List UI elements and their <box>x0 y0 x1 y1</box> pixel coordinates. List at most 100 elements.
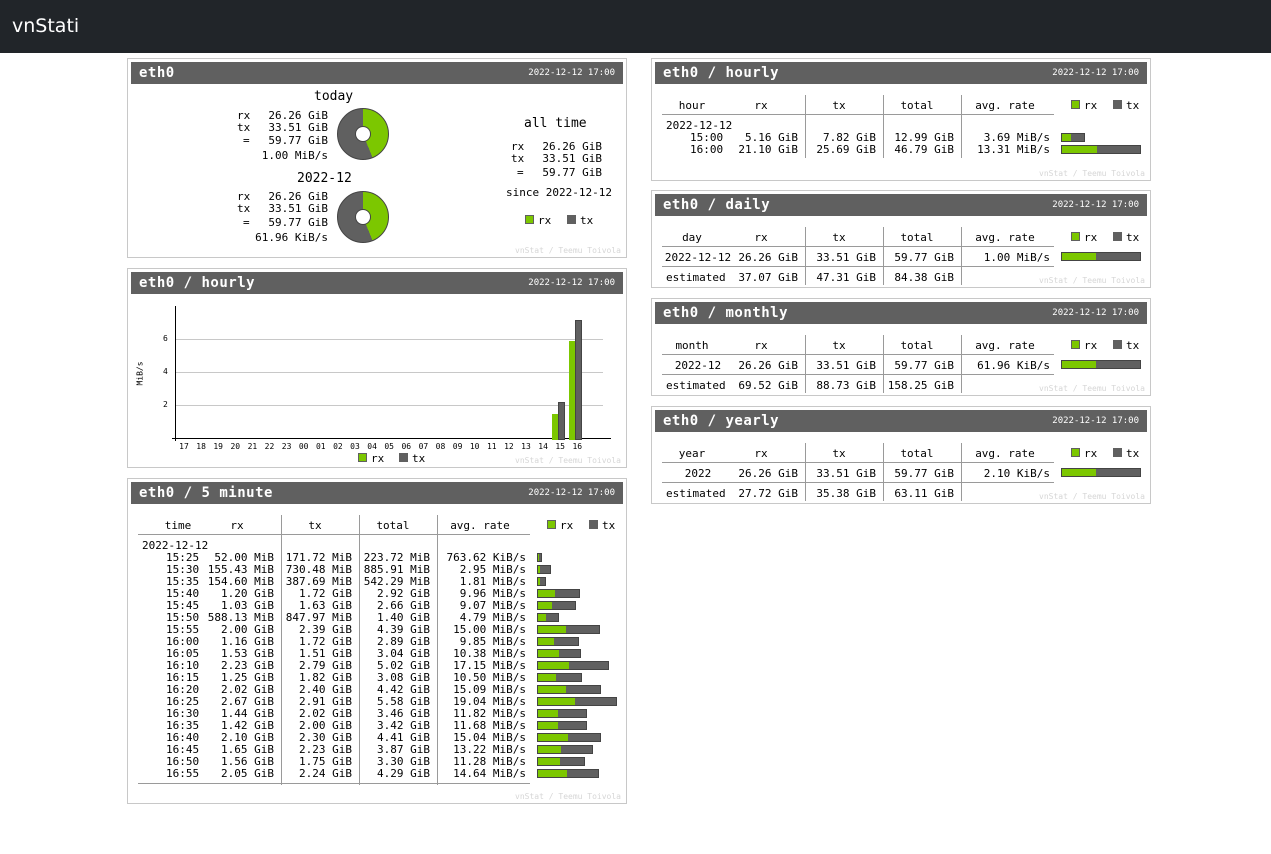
column-header: total <box>900 447 934 460</box>
legend-rx-label: rx <box>1084 99 1098 112</box>
header-rule <box>662 114 1054 115</box>
rx-fill <box>538 722 558 729</box>
grid-line <box>176 372 603 373</box>
legend-tx-label: tx <box>412 452 426 465</box>
today-tx-label: tx <box>237 121 251 134</box>
rx-fill <box>538 650 560 657</box>
usage-bar <box>1061 360 1141 369</box>
legend: rx <box>1071 99 1097 112</box>
column-header: total <box>376 519 410 532</box>
x-tick-label: 04 <box>367 442 377 451</box>
column-header: rx <box>754 339 768 352</box>
legend-rx-label: rx <box>1084 447 1098 460</box>
panel-date: 2022-12-12 17:00 <box>1052 68 1139 78</box>
usage-bar <box>537 589 580 598</box>
alltime-total-value: 59.77 GiB <box>542 166 602 179</box>
tx-legend-swatch <box>1113 100 1122 109</box>
cell-rx: 37.07 GiB <box>738 271 798 284</box>
header-rule <box>662 354 1054 355</box>
cell-tx: 88.73 GiB <box>816 379 876 392</box>
panel-date: 2022-12-12 17:00 <box>528 68 615 78</box>
monthly-panel: eth0 / monthly 2022-12-12 17:00 month rx t… <box>651 298 1151 396</box>
header-rule <box>662 246 1054 247</box>
usage-bar <box>537 577 546 586</box>
usage-bar <box>537 661 609 670</box>
credit: vnStat / Teemu Toivola <box>1039 169 1145 178</box>
panel-title: eth0 / yearly <box>663 413 780 429</box>
daily-panel: eth0 / daily 2022-12-12 17:00 day rx tx tot… <box>651 190 1151 288</box>
panel-title: eth0 / hourly <box>663 65 780 81</box>
column-header: avg. rate <box>975 447 1035 460</box>
rx-fill <box>1062 146 1098 153</box>
usage-bar <box>537 733 601 742</box>
legend: rx <box>1071 447 1097 460</box>
credit: vnStat / Teemu Toivola <box>1039 384 1145 393</box>
column-header: avg. rate <box>975 231 1035 244</box>
cell-rx: 26.26 GiB <box>738 359 798 372</box>
usage-bar <box>1061 133 1085 142</box>
cell-rate: 61.96 KiB/s <box>977 359 1050 372</box>
x-tick-label: 21 <box>247 442 258 451</box>
usage-bar <box>537 745 593 754</box>
today-eq-label: = <box>243 134 250 147</box>
usage-bar <box>537 757 585 766</box>
y-tick-label: 6 <box>163 334 168 343</box>
cell-rx: 26.26 GiB <box>738 467 798 480</box>
legend: rx <box>1071 231 1097 244</box>
rx-fill <box>538 602 553 609</box>
rx-fill <box>538 710 558 717</box>
rx-fill <box>538 734 568 741</box>
today-donut-chart <box>337 108 389 160</box>
rx-legend-swatch <box>1071 232 1080 241</box>
yearly-panel: eth0 / yearly 2022-12-12 17:00 year rx tx t… <box>651 406 1151 504</box>
panel-header: eth0 / monthly 2022-12-12 17:00 <box>655 302 1147 324</box>
cell-rx: 2.05 GiB <box>221 767 274 780</box>
today-total-value: 59.77 GiB <box>268 134 328 147</box>
rx-fill <box>538 770 567 777</box>
legend-rx-label: rx <box>371 452 385 465</box>
usage-bar <box>537 637 579 646</box>
cell-total: 158.25 GiB <box>887 379 954 392</box>
usage-bar <box>537 769 599 778</box>
x-tick-label: 06 <box>401 442 412 451</box>
legend-tx-label: tx <box>602 519 616 532</box>
rx-legend-swatch <box>1071 100 1080 109</box>
usage-bar <box>537 673 582 682</box>
rx-fill <box>538 746 561 753</box>
x-tick-label: 00 <box>298 442 309 451</box>
five-minute-panel: eth0 / 5 minute 2022-12-12 17:00 time rx t… <box>127 478 627 804</box>
x-tick-label: 12 <box>504 442 514 451</box>
alltime-tx-value: 33.51 GiB <box>542 152 602 165</box>
legend-tx-label: tx <box>1126 339 1140 352</box>
credit: vnStat / Teemu Toivola <box>1039 276 1145 285</box>
footer-rule <box>138 783 530 784</box>
app-title[interactable]: vnStati <box>12 15 79 37</box>
cell-rate: 2.10 KiB/s <box>983 467 1050 480</box>
column-header: total <box>900 99 934 112</box>
column-header: tx <box>308 519 322 532</box>
cell-rx: 26.26 GiB <box>738 251 798 264</box>
month-label: 2022-12 <box>297 171 352 186</box>
x-tick-label: 22 <box>264 442 275 451</box>
x-tick-label: 15 <box>555 442 565 451</box>
usage-bar <box>537 625 600 634</box>
rx-fill <box>538 626 566 633</box>
column-header: rx <box>754 231 768 244</box>
credit: vnStat / Teemu Toivola <box>515 792 621 801</box>
x-tick-label: 20 <box>230 442 241 451</box>
hourly-bar-chart: MiB/s 2 4 6 17 18 19 20 21 22 23 00 01 02 03 04 05 06 07 0… <box>128 269 626 467</box>
usage-bar <box>537 649 581 658</box>
tx-bar <box>575 320 583 440</box>
legend-rx-label: rx <box>1084 231 1098 244</box>
rx-fill <box>538 566 541 573</box>
rx-fill <box>1062 469 1097 476</box>
cell-rate: 1.00 MiB/s <box>983 251 1050 264</box>
column-header: avg. rate <box>975 99 1035 112</box>
legend-rx-label: rx <box>1084 339 1098 352</box>
legend-rx-label: rx <box>538 214 552 227</box>
rx-legend-swatch <box>547 520 556 529</box>
cell-tx: 47.31 GiB <box>816 271 876 284</box>
usage-bar <box>1061 145 1141 154</box>
panel-date: 2022-12-12 17:00 <box>1052 200 1139 210</box>
header-rule <box>662 462 1054 463</box>
